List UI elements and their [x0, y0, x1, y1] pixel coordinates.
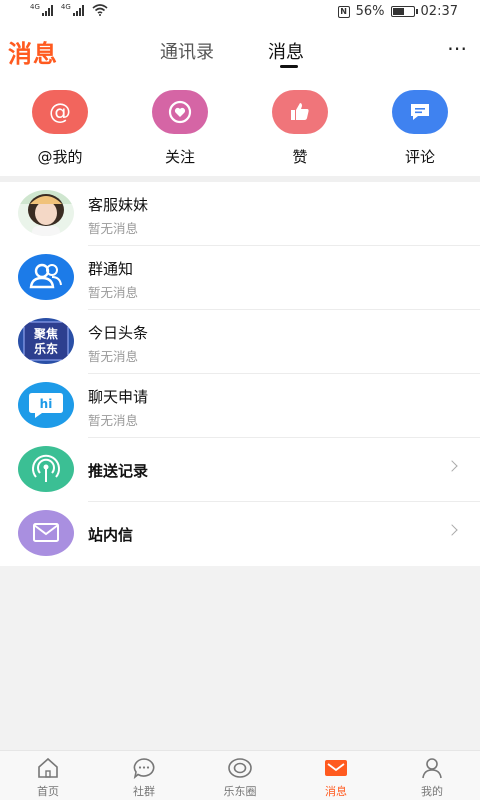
conversation-list: 客服妹妹 暂无消息 群通知 暂无消息 聚焦 乐东 今日头条 暂无消息 hi 聊天… — [0, 182, 480, 566]
nfc-icon: N — [337, 5, 350, 18]
link-title: 站内信 — [88, 526, 134, 544]
signal-type: 4G — [30, 3, 40, 11]
quick-action-comments[interactable]: 评论 — [380, 90, 460, 167]
mail-icon — [18, 510, 74, 556]
signal-icon-2: 4G — [61, 4, 84, 16]
quick-action-label: @我的 — [37, 148, 83, 166]
quick-action-label: 评论 — [404, 148, 435, 166]
news-logo-bottom: 乐东 — [34, 341, 58, 356]
nav-ledong-circle[interactable]: 乐东圈 — [200, 757, 280, 799]
circle-icon — [200, 757, 280, 779]
nav-label: 消息 — [325, 785, 347, 798]
list-item-chat-requests[interactable]: hi 聊天申请 暂无消息 — [0, 374, 480, 438]
app-screen: 4G 4G N 56% 02:37 消息 通讯录 消息 ⋯ @ @我的 关注 赞… — [0, 0, 480, 800]
wifi-icon — [92, 4, 108, 16]
quick-action-label: 赞 — [292, 148, 308, 166]
signal-type-2: 4G — [60, 3, 71, 11]
conversation-preview: 暂无消息 — [88, 413, 139, 428]
nav-community[interactable]: 社群 — [104, 757, 184, 799]
hi-chat-icon: hi — [18, 382, 74, 428]
at-icon: @ — [32, 90, 88, 134]
conversation-preview: 暂无消息 — [88, 349, 139, 364]
group-icon — [18, 254, 74, 300]
top-header: 消息 通讯录 消息 ⋯ — [0, 26, 480, 74]
news-logo: 聚焦 乐东 — [18, 318, 74, 364]
conversation-title: 群通知 — [88, 260, 134, 278]
hi-label: hi — [40, 397, 53, 411]
news-logo-top: 聚焦 — [33, 326, 58, 341]
home-icon — [8, 757, 88, 779]
svg-text:@: @ — [49, 100, 71, 125]
list-item-push-history[interactable]: 推送记录 — [0, 438, 480, 502]
clock: 02:37 — [420, 4, 458, 19]
nav-profile[interactable]: 我的 — [392, 757, 472, 799]
nav-label: 乐东圈 — [223, 785, 257, 798]
nav-label: 首页 — [37, 785, 59, 798]
conversation-title: 今日头条 — [88, 324, 149, 342]
conversation-title: 聊天申请 — [88, 388, 149, 406]
chevron-right-icon — [446, 524, 458, 536]
chevron-right-icon — [446, 460, 458, 472]
nav-label: 社群 — [133, 785, 155, 798]
link-title: 推送记录 — [88, 462, 149, 480]
bottom-navigation: 首页 社群 乐东圈 消息 我的 — [0, 750, 480, 800]
list-item-customer-service[interactable]: 客服妹妹 暂无消息 — [0, 182, 480, 246]
quick-action-follow[interactable]: 关注 — [140, 90, 220, 167]
battery-icon — [390, 6, 418, 17]
conversation-preview: 暂无消息 — [88, 285, 139, 300]
heart-icon — [152, 90, 208, 134]
quick-action-likes[interactable]: 赞 — [260, 90, 340, 167]
message-icon — [296, 757, 376, 779]
battery-percent: 56% — [355, 4, 385, 19]
tab-contacts[interactable]: 通讯录 — [160, 38, 214, 64]
status-bar: 4G 4G N 56% 02:37 — [0, 0, 480, 26]
list-item-headlines[interactable]: 聚焦 乐东 今日头条 暂无消息 — [0, 310, 480, 374]
signal-icon: 4G — [30, 4, 53, 16]
conversation-preview: 暂无消息 — [88, 221, 139, 236]
active-tab-indicator — [280, 65, 298, 68]
page-title: 消息 — [8, 40, 58, 68]
more-options-button[interactable]: ⋯ — [447, 36, 468, 60]
nav-home[interactable]: 首页 — [8, 757, 88, 799]
thumbs-up-icon — [272, 90, 328, 134]
list-item-inbox[interactable]: 站内信 — [0, 502, 480, 566]
quick-action-mentions[interactable]: @ @我的 — [20, 90, 100, 167]
list-item-group-notice[interactable]: 群通知 暂无消息 — [0, 246, 480, 310]
battery-fill — [392, 8, 404, 15]
comment-icon — [392, 90, 448, 134]
broadcast-icon — [18, 446, 74, 492]
person-icon — [392, 757, 472, 779]
avatar — [18, 190, 74, 236]
quick-action-label: 关注 — [164, 148, 195, 166]
quick-actions: @ @我的 关注 赞 评论 — [0, 74, 480, 176]
nav-messages[interactable]: 消息 — [296, 757, 376, 799]
chat-bubble-icon — [104, 757, 184, 779]
conversation-title: 客服妹妹 — [88, 196, 149, 214]
tab-messages[interactable]: 消息 — [268, 38, 304, 64]
nav-label: 我的 — [421, 785, 443, 798]
